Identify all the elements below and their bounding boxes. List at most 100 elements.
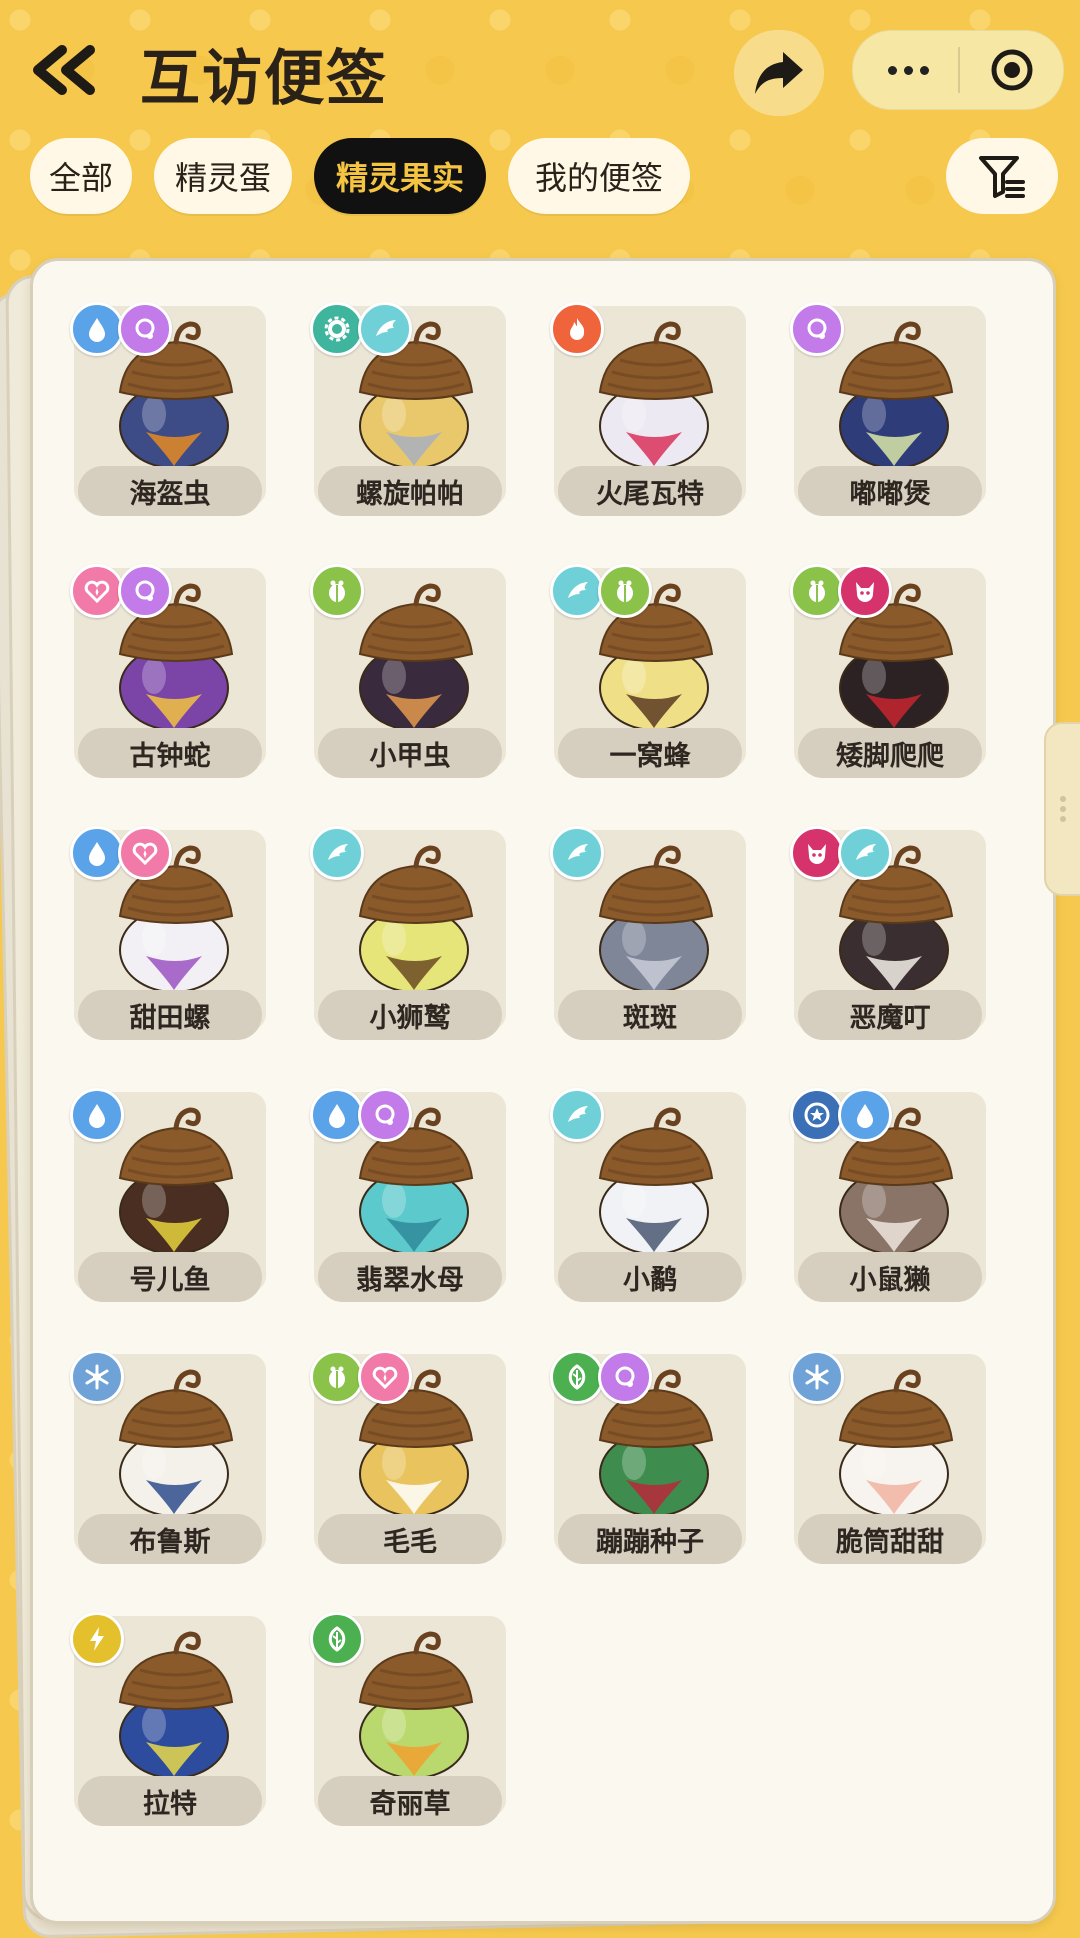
grass-type-badge — [550, 1350, 604, 1404]
fruit-card[interactable]: 古钟蛇 — [70, 564, 266, 790]
fruit-name-label: 嘟嘟煲 — [798, 466, 982, 516]
electric-type-badge — [70, 1612, 124, 1666]
fire-icon — [570, 318, 585, 340]
love-icon — [84, 580, 110, 604]
water-type-badge — [310, 1088, 364, 1142]
ice-type-badge — [70, 1350, 124, 1404]
handle-dot — [1060, 816, 1066, 822]
fruit-card[interactable]: 斑斑 — [550, 826, 746, 1052]
demon-type-badge — [790, 826, 844, 880]
more-dot — [903, 65, 913, 75]
fruit-name-label: 拉特 — [78, 1776, 262, 1826]
fruit-name-label: 小鼠獭 — [798, 1252, 982, 1302]
fruit-name-label: 甜田螺 — [78, 990, 262, 1040]
psychic-type-badge — [598, 1350, 652, 1404]
acorn-fruit-icon — [118, 1631, 234, 1779]
side-drawer-handle[interactable] — [1044, 722, 1080, 896]
acorn-fruit-icon — [838, 321, 954, 469]
fruit-card[interactable]: 脆筒甜甜 — [790, 1350, 986, 1576]
fruit-card[interactable]: 小鹬 — [550, 1088, 746, 1314]
acorn-fruit-icon — [598, 845, 714, 993]
filter-button[interactable] — [946, 138, 1058, 214]
wing-icon — [328, 844, 348, 860]
fruit-name-label: 恶魔叮 — [798, 990, 982, 1040]
fruit-card[interactable]: 小狮鹫 — [310, 826, 506, 1052]
ice-icon — [805, 1364, 829, 1390]
water-icon — [89, 842, 105, 866]
bug-type-badge — [310, 1350, 364, 1404]
filter-icon — [979, 156, 1025, 198]
fruit-card[interactable]: 恶魔叮 — [790, 826, 986, 1052]
handle-dot — [1060, 806, 1066, 812]
mech-icon — [324, 316, 350, 342]
wing-icon — [568, 582, 588, 598]
water-icon — [89, 1104, 105, 1128]
water-type-badge — [838, 1088, 892, 1142]
target-icon — [991, 49, 1033, 91]
tab-spirit-egg[interactable]: 精灵蛋 — [154, 138, 292, 214]
fruit-card[interactable]: 拉特 — [70, 1612, 266, 1838]
bug-icon — [617, 580, 633, 602]
wing-icon — [568, 844, 588, 860]
acorn-fruit-icon — [838, 1369, 954, 1517]
fruit-card[interactable]: 奇丽草 — [310, 1612, 506, 1838]
tab-all[interactable]: 全部 — [30, 138, 132, 214]
share-button[interactable] — [734, 30, 824, 116]
acorn-fruit-icon — [358, 583, 474, 731]
love-icon — [372, 1366, 398, 1390]
fruit-card[interactable]: 毛毛 — [310, 1350, 506, 1576]
fruit-name-label: 号儿鱼 — [78, 1252, 262, 1302]
fruit-card[interactable]: 矮脚爬爬 — [790, 564, 986, 790]
fruit-card[interactable]: 甜田螺 — [70, 826, 266, 1052]
fruit-name-label: 一窝蜂 — [558, 728, 742, 778]
fruit-card[interactable]: 一窝蜂 — [550, 564, 746, 790]
wing-type-badge — [358, 302, 412, 356]
fruit-card[interactable]: 火尾瓦特 — [550, 302, 746, 528]
miniprogram-capsule — [852, 30, 1064, 110]
electric-icon — [90, 1627, 104, 1651]
fruit-card[interactable]: 小甲虫 — [310, 564, 506, 790]
mech-type-badge — [310, 302, 364, 356]
wing-type-badge — [838, 826, 892, 880]
wing-type-badge — [550, 826, 604, 880]
water-type-badge — [70, 826, 124, 880]
fruit-name-label: 小鹬 — [558, 1252, 742, 1302]
love-type-badge — [358, 1350, 412, 1404]
grass-type-badge — [310, 1612, 364, 1666]
wing-type-badge — [550, 564, 604, 618]
tab-spirit-fruit[interactable]: 精灵果实 — [314, 138, 486, 214]
handle-dot — [1060, 796, 1066, 802]
fruit-name-label: 海盔虫 — [78, 466, 262, 516]
water-type-badge — [70, 302, 124, 356]
fruit-card[interactable]: 螺旋帕帕 — [310, 302, 506, 528]
fruit-card[interactable]: 号儿鱼 — [70, 1088, 266, 1314]
love-type-badge — [70, 564, 124, 618]
fruit-name-label: 翡翠水母 — [318, 1252, 502, 1302]
demon-type-badge — [838, 564, 892, 618]
fruit-card[interactable]: 翡翠水母 — [310, 1088, 506, 1314]
more-dot — [919, 65, 929, 75]
fruit-name-label: 毛毛 — [318, 1514, 502, 1564]
fruit-name-label: 脆筒甜甜 — [798, 1514, 982, 1564]
ice-type-badge — [790, 1350, 844, 1404]
fruit-name-label: 矮脚爬爬 — [798, 728, 982, 778]
grass-icon — [568, 1364, 586, 1390]
water-icon — [89, 318, 105, 342]
star-type-badge — [790, 1088, 844, 1142]
back-button[interactable] — [28, 40, 108, 100]
psychic-type-badge — [358, 1088, 412, 1142]
fruit-card[interactable]: 嘟嘟煲 — [790, 302, 986, 528]
fire-type-badge — [550, 302, 604, 356]
tab-my-notes[interactable]: 我的便签 — [508, 138, 690, 214]
wing-icon — [856, 844, 876, 860]
header: 互访便签 — [0, 0, 1080, 140]
fruit-name-label: 布鲁斯 — [78, 1514, 262, 1564]
fruit-card[interactable]: 布鲁斯 — [70, 1350, 266, 1576]
close-miniprogram-button[interactable] — [988, 46, 1036, 94]
more-menu-button[interactable] — [873, 31, 943, 109]
fruit-name-label: 蹦蹦种子 — [558, 1514, 742, 1564]
fruit-card[interactable]: 海盔虫 — [70, 302, 266, 528]
fruit-card[interactable]: 蹦蹦种子 — [550, 1350, 746, 1576]
fruit-card[interactable]: 小鼠獭 — [790, 1088, 986, 1314]
wing-type-badge — [310, 826, 364, 880]
